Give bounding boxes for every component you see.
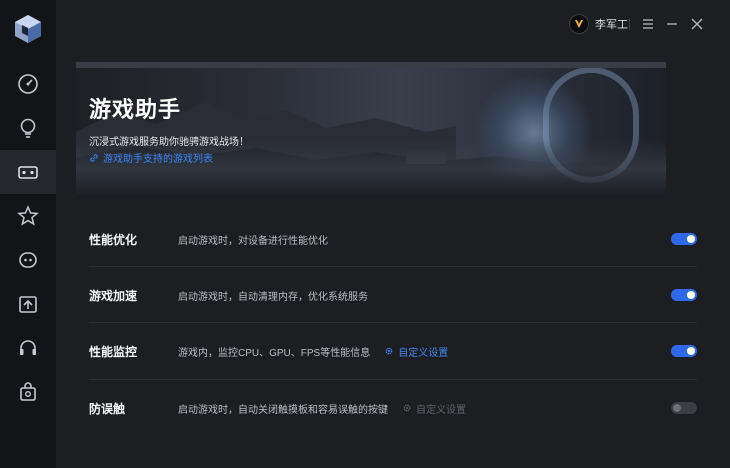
setting-row-performance-optimize: 性能优化 启动游戏时，对设备进行性能优化 (89, 211, 697, 267)
shopping-bag-icon (20, 382, 36, 401)
gamepad-icon (18, 166, 38, 179)
star-icon (17, 205, 39, 226)
setting-title: 性能优化 (89, 232, 138, 247)
sidebar-item-headset[interactable] (0, 326, 56, 370)
banner-mist (76, 140, 666, 198)
user-account[interactable]: 李军工 (569, 14, 628, 34)
hamburger-menu-icon (643, 19, 653, 29)
sidebar-item-favorites[interactable] (0, 194, 56, 238)
setting-desc: 启动游戏时，自动清理内存，优化系统服务 (178, 291, 368, 303)
setting-title: 游戏加速 (89, 288, 138, 303)
sidebar-item-upload[interactable] (0, 282, 56, 326)
sidebar-item-store[interactable] (0, 370, 56, 414)
sidebar-item-game[interactable] (0, 150, 56, 194)
page-title: 游戏助手 (89, 97, 182, 122)
sidebar (0, 0, 56, 468)
setting-title: 性能监控 (89, 344, 138, 359)
gear-icon (403, 404, 411, 412)
performance-monitor-toggle[interactable] (671, 345, 697, 357)
username: 李军工 (595, 19, 628, 31)
anti-mistouch-custom-settings-link[interactable]: 自定义设置 (402, 401, 466, 416)
setting-row-performance-monitor: 性能监控 游戏内，监控CPU、GPU、FPS等性能信息 自定义设置 (89, 323, 697, 379)
custom-settings-label: 自定义设置 (398, 347, 449, 359)
minimize-button[interactable] (662, 14, 682, 34)
link-icon (90, 153, 98, 162)
speedometer-icon (18, 74, 38, 94)
titlebar-divider (629, 18, 630, 30)
setting-desc: 启动游戏时，对设备进行性能优化 (178, 235, 328, 247)
app-logo-icon (14, 14, 42, 44)
user-logo-icon (575, 20, 583, 28)
banner-subtitle: 沉浸式游戏服务助你驰骋游戏战场！ (89, 137, 249, 148)
minimize-icon (667, 23, 677, 25)
performance-monitor-custom-settings-link[interactable]: 自定义设置 (384, 344, 448, 359)
supported-games-link[interactable]: 游戏助手支持的游戏列表 (89, 150, 213, 165)
main-panel: 李军工 游戏助手 沉浸式游戏服务助你驰骋游戏战场！ 游戏助手支持的游戏列表 性能… (56, 0, 730, 468)
setting-title: 防误触 (89, 401, 126, 416)
close-icon (691, 18, 703, 30)
headset-icon (20, 340, 36, 355)
anti-mistouch-toggle[interactable] (671, 402, 697, 414)
lightbulb-icon (20, 118, 36, 138)
close-button[interactable] (687, 14, 707, 34)
custom-settings-label: 自定义设置 (416, 404, 466, 416)
sidebar-item-cleanup[interactable] (0, 106, 56, 150)
performance-optimize-toggle[interactable] (671, 233, 697, 245)
game-boost-toggle[interactable] (671, 289, 697, 301)
setting-row-anti-mistouch: 防误触 启动游戏时，自动关闭触摸板和容易误触的按键 自定义设置 (89, 380, 697, 436)
banner-frame-top (76, 62, 666, 68)
menu-button[interactable] (638, 14, 658, 34)
supported-games-link-label: 游戏助手支持的游戏列表 (103, 154, 213, 165)
setting-row-game-boost: 游戏加速 启动游戏时，自动清理内存，优化系统服务 (89, 267, 697, 323)
chat-bot-icon (19, 252, 37, 268)
sidebar-item-dashboard[interactable] (0, 62, 56, 106)
avatar (569, 14, 589, 34)
setting-desc: 游戏内，监控CPU、GPU、FPS等性能信息 (178, 347, 371, 359)
setting-desc: 启动游戏时，自动关闭触摸板和容易误触的按键 (178, 404, 388, 416)
sidebar-item-assistant[interactable] (0, 238, 56, 282)
gear-icon (385, 347, 393, 355)
upload-icon (19, 296, 37, 313)
